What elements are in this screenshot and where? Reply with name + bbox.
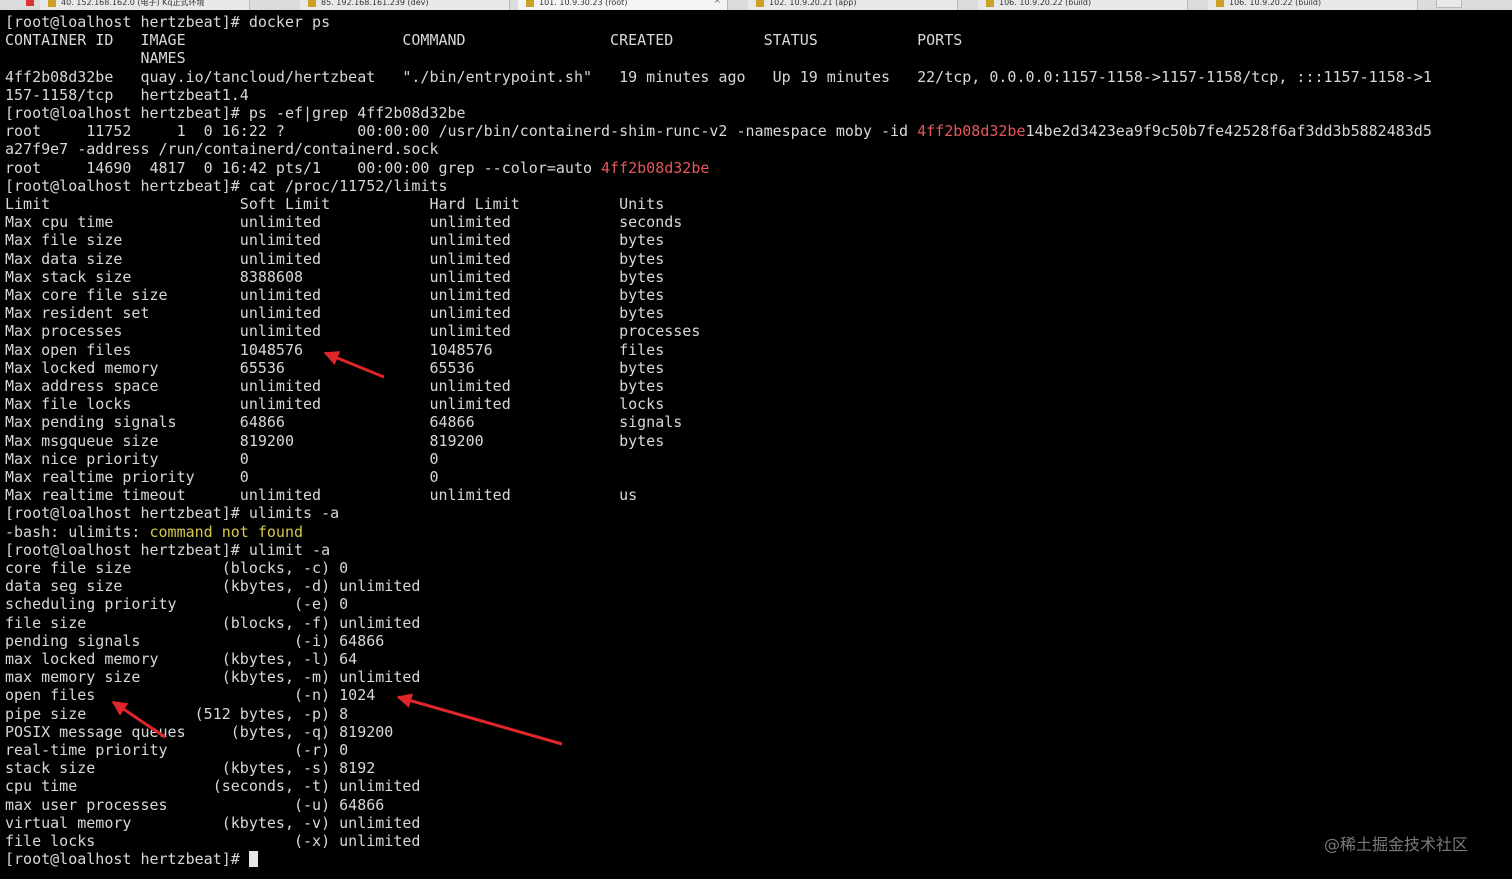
arrow-soft-limit-open-files [323, 351, 385, 379]
arrow-ulimit-open-files-value [396, 693, 563, 746]
annotation-arrows [111, 351, 563, 746]
arrow-ulimit-open-files-label [111, 700, 166, 739]
